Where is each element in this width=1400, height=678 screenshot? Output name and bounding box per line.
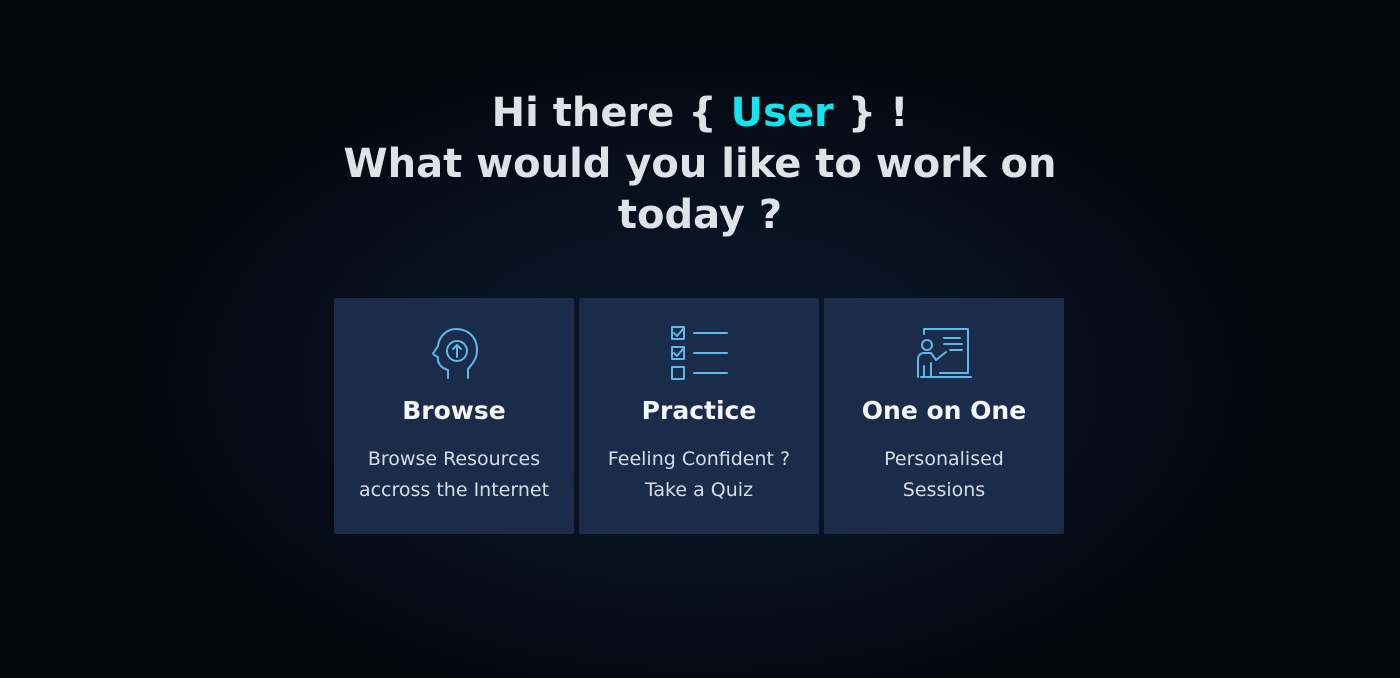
user-name: User bbox=[730, 90, 834, 136]
browse-title: Browse bbox=[402, 396, 506, 425]
one-on-one-description-line-1: Personalised bbox=[884, 448, 1004, 470]
question-line-2: today ? bbox=[617, 192, 783, 238]
practice-title: Practice bbox=[641, 396, 757, 425]
browse-description-line-1: Browse Resources bbox=[367, 448, 541, 470]
options-cards: Browse Browse Resources accross the Inte… bbox=[334, 298, 1064, 534]
greeting-line: Hi there { User } ! bbox=[0, 88, 1400, 139]
question-line-1: What would you like to work on bbox=[343, 141, 1057, 187]
one-on-one-description-line-2: Sessions bbox=[902, 479, 986, 501]
browse-card[interactable]: Browse Browse Resources accross the Inte… bbox=[334, 298, 574, 534]
presenter-board-icon bbox=[824, 324, 1064, 384]
head-arrow-up-icon bbox=[334, 324, 574, 384]
checklist-icon bbox=[579, 324, 819, 384]
greeting-prefix: Hi there { bbox=[491, 90, 731, 136]
practice-description-line-2: Take a Quiz bbox=[644, 479, 754, 501]
page-headline: Hi there { User } ! What would you like … bbox=[0, 88, 1400, 241]
practice-description-line-1: Feeling Confident ? bbox=[607, 448, 791, 470]
practice-card[interactable]: Practice Feeling Confident ? Take a Quiz bbox=[579, 298, 819, 534]
one-on-one-card[interactable]: One on One Personalised Sessions bbox=[824, 298, 1064, 534]
browse-description-line-2: accross the Internet bbox=[358, 479, 550, 501]
greeting-suffix: } ! bbox=[833, 90, 909, 136]
browse-description: Browse Resources accross the Internet bbox=[334, 444, 574, 506]
one-on-one-description: Personalised Sessions bbox=[824, 444, 1064, 506]
practice-description: Feeling Confident ? Take a Quiz bbox=[579, 444, 819, 506]
one-on-one-title: One on One bbox=[861, 396, 1027, 425]
